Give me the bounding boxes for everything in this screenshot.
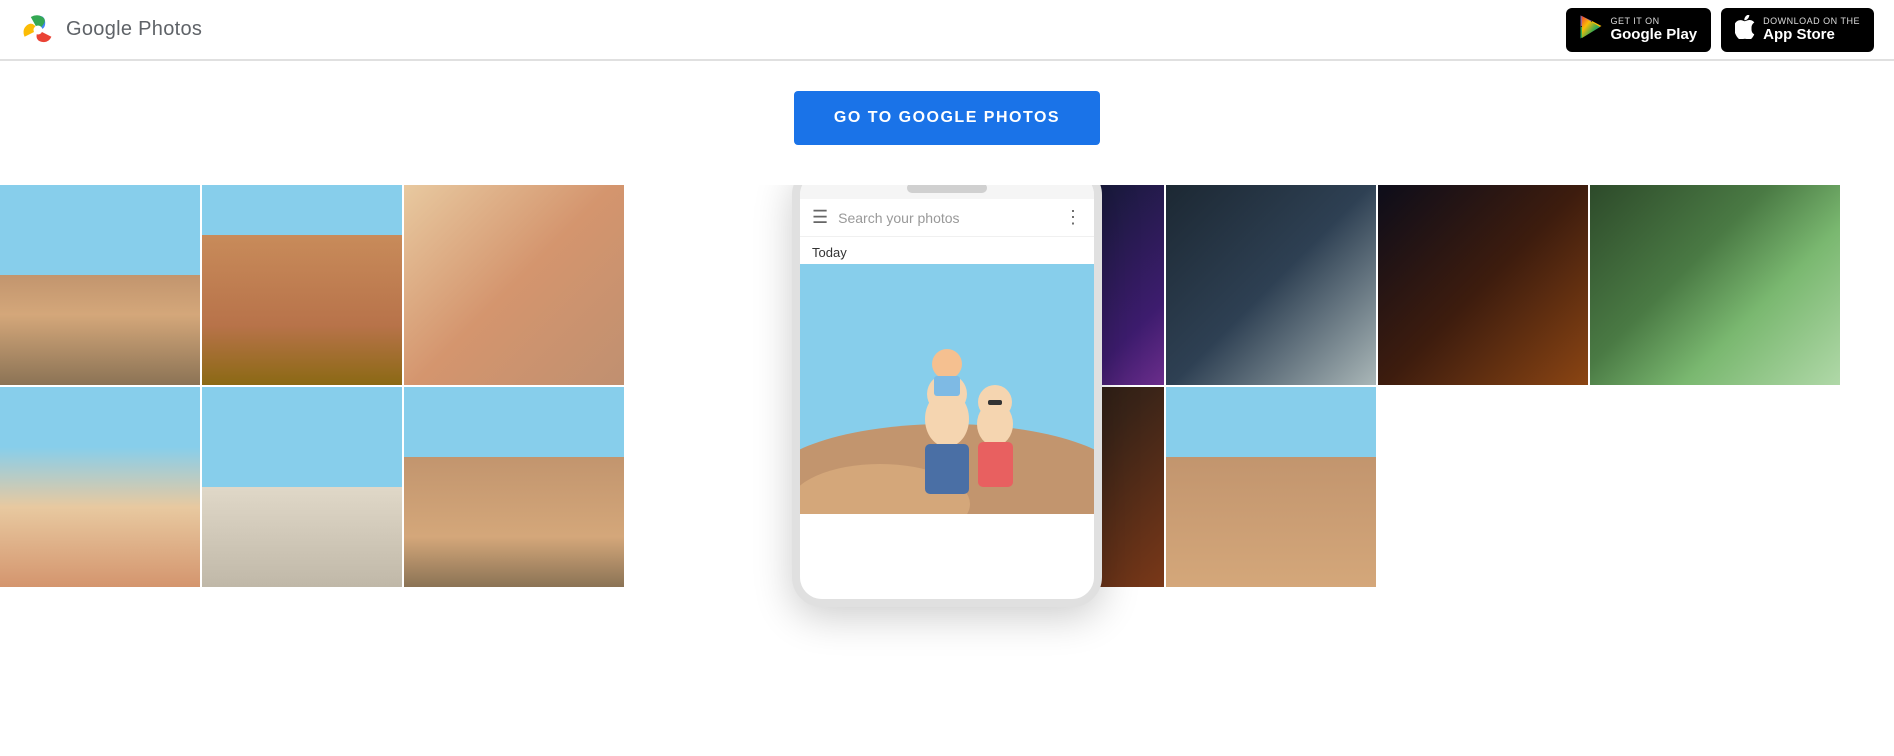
app-store-button[interactable]: Download on the App Store (1721, 8, 1874, 52)
store-buttons: GET IT ON Google Play Download on the Ap… (1566, 8, 1874, 52)
logo-area: Google Photos (20, 12, 202, 48)
header: Google Photos (0, 0, 1894, 60)
phone-top-bar (800, 185, 1094, 199)
photo-family-fire (1378, 185, 1588, 385)
photo-boy-selfie (404, 185, 624, 385)
photo-section: ☰ Search your photos ⋮ Today (0, 185, 1894, 665)
phone-menu-icon: ☰ (812, 207, 828, 228)
photo-tent (1590, 185, 1840, 385)
google-play-icon (1580, 15, 1602, 45)
photo-couple-selfie (0, 387, 200, 587)
google-pinwheel-icon (20, 12, 56, 48)
phone-more-icon: ⋮ (1064, 207, 1082, 228)
google-play-text: GET IT ON Google Play (1610, 16, 1697, 44)
phone-main-photo (800, 264, 1094, 514)
phone-search-bar: ☰ Search your photos ⋮ (800, 199, 1094, 237)
google-play-main-label: Google Play (1610, 26, 1697, 44)
left-photo-grid (0, 185, 620, 665)
google-play-pre-label: GET IT ON (1610, 16, 1697, 26)
app-store-main-label: App Store (1763, 26, 1860, 44)
go-to-google-photos-button[interactable]: GO TO GOOGLE PHOTOS (794, 91, 1100, 145)
apple-logo-icon (1735, 15, 1755, 39)
phone-mockup: ☰ Search your photos ⋮ Today (792, 185, 1102, 607)
phone-today-label: Today (800, 237, 1094, 264)
hero-section: GO TO GOOGLE PHOTOS (0, 61, 1894, 185)
phone-search-placeholder: Search your photos (838, 210, 1054, 226)
play-triangle-icon (1580, 15, 1602, 39)
photo-man-sitting (1166, 185, 1376, 385)
logo-text: Google Photos (66, 18, 202, 41)
phone-family-photo-svg (800, 264, 1094, 514)
app-store-text: Download on the App Store (1763, 16, 1860, 44)
google-play-button[interactable]: GET IT ON Google Play (1566, 8, 1711, 52)
photo-sitting-rocks (404, 387, 624, 587)
apple-icon (1735, 15, 1755, 45)
photo-man-truck (1166, 387, 1376, 587)
app-store-pre-label: Download on the (1763, 16, 1860, 26)
photo-red-rocks (202, 185, 402, 385)
phone-screen: ☰ Search your photos ⋮ Today (800, 199, 1094, 599)
photo-telescope (202, 387, 402, 587)
photo-desert-walk (0, 185, 200, 385)
phone-notch (907, 185, 987, 193)
